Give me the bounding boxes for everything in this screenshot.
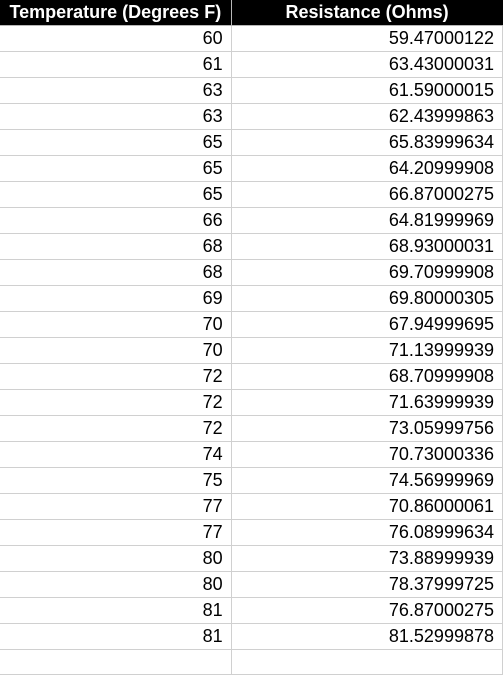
cell-resistance: 71.13999939 — [231, 338, 502, 364]
cell-temperature: 60 — [0, 26, 231, 52]
cell-resistance: 67.94999695 — [231, 312, 502, 338]
table-row: 6163.43000031 — [0, 52, 503, 78]
cell-temperature: 68 — [0, 234, 231, 260]
table-row: 6362.43999863 — [0, 104, 503, 130]
table-row: 7268.70999908 — [0, 364, 503, 390]
cell-temperature: 65 — [0, 182, 231, 208]
table-header-row: Temperature (Degrees F) Resistance (Ohms… — [0, 0, 503, 26]
cell-resistance: 78.37999725 — [231, 572, 502, 598]
cell-temperature: 69 — [0, 286, 231, 312]
cell-temperature: 63 — [0, 78, 231, 104]
cell-resistance: 81.52999878 — [231, 624, 502, 650]
cell-resistance: 64.20999908 — [231, 156, 502, 182]
cell-resistance: 73.88999939 — [231, 546, 502, 572]
table-row: 7770.86000061 — [0, 494, 503, 520]
cell-resistance: 63.43000031 — [231, 52, 502, 78]
header-resistance: Resistance (Ohms) — [231, 0, 502, 26]
cell-resistance: 69.70999908 — [231, 260, 502, 286]
cell-resistance: 69.80000305 — [231, 286, 502, 312]
cell-temperature: 75 — [0, 468, 231, 494]
cell-temperature: 81 — [0, 598, 231, 624]
cell-resistance: 76.08999634 — [231, 520, 502, 546]
data-table: Temperature (Degrees F) Resistance (Ohms… — [0, 0, 503, 675]
table-row-empty — [0, 650, 503, 675]
table-row: 6361.59000015 — [0, 78, 503, 104]
cell-temperature: 80 — [0, 572, 231, 598]
header-temperature: Temperature (Degrees F) — [0, 0, 231, 26]
table-row: 6566.87000275 — [0, 182, 503, 208]
cell-resistance: 70.73000336 — [231, 442, 502, 468]
cell-temperature: 72 — [0, 390, 231, 416]
cell-temperature: 65 — [0, 156, 231, 182]
cell-temperature: 81 — [0, 624, 231, 650]
cell-temperature: 72 — [0, 364, 231, 390]
table-row: 6059.47000122 — [0, 26, 503, 52]
cell-resistance: 64.81999969 — [231, 208, 502, 234]
table-row: 7470.73000336 — [0, 442, 503, 468]
cell-resistance: 70.86000061 — [231, 494, 502, 520]
table-row: 7071.13999939 — [0, 338, 503, 364]
cell-resistance: 73.05999756 — [231, 416, 502, 442]
table-row: 8176.87000275 — [0, 598, 503, 624]
table-row: 8078.37999725 — [0, 572, 503, 598]
cell-resistance: 68.93000031 — [231, 234, 502, 260]
cell-temperature: 61 — [0, 52, 231, 78]
table-row: 8073.88999939 — [0, 546, 503, 572]
cell-resistance: 76.87000275 — [231, 598, 502, 624]
table-row: 6664.81999969 — [0, 208, 503, 234]
cell-temperature: 77 — [0, 494, 231, 520]
cell-temperature: 66 — [0, 208, 231, 234]
table-row: 7271.63999939 — [0, 390, 503, 416]
table-row: 6969.80000305 — [0, 286, 503, 312]
cell-temperature: 63 — [0, 104, 231, 130]
cell-resistance: 59.47000122 — [231, 26, 502, 52]
table-row: 6564.20999908 — [0, 156, 503, 182]
cell-resistance: 62.43999863 — [231, 104, 502, 130]
table-row: 6868.93000031 — [0, 234, 503, 260]
cell-temperature: 68 — [0, 260, 231, 286]
table-row: 8181.52999878 — [0, 624, 503, 650]
table-row: 7273.05999756 — [0, 416, 503, 442]
table-row: 6869.70999908 — [0, 260, 503, 286]
cell-temperature: 72 — [0, 416, 231, 442]
cell-resistance: 61.59000015 — [231, 78, 502, 104]
cell-empty — [0, 650, 231, 675]
cell-resistance: 68.70999908 — [231, 364, 502, 390]
table-row: 7067.94999695 — [0, 312, 503, 338]
cell-resistance: 66.87000275 — [231, 182, 502, 208]
table-row: 6565.83999634 — [0, 130, 503, 156]
cell-temperature: 77 — [0, 520, 231, 546]
cell-temperature: 70 — [0, 338, 231, 364]
cell-temperature: 70 — [0, 312, 231, 338]
cell-resistance: 65.83999634 — [231, 130, 502, 156]
cell-temperature: 65 — [0, 130, 231, 156]
cell-empty — [231, 650, 502, 675]
cell-resistance: 74.56999969 — [231, 468, 502, 494]
cell-temperature: 80 — [0, 546, 231, 572]
table-row: 7574.56999969 — [0, 468, 503, 494]
table-row: 7776.08999634 — [0, 520, 503, 546]
cell-temperature: 74 — [0, 442, 231, 468]
cell-resistance: 71.63999939 — [231, 390, 502, 416]
